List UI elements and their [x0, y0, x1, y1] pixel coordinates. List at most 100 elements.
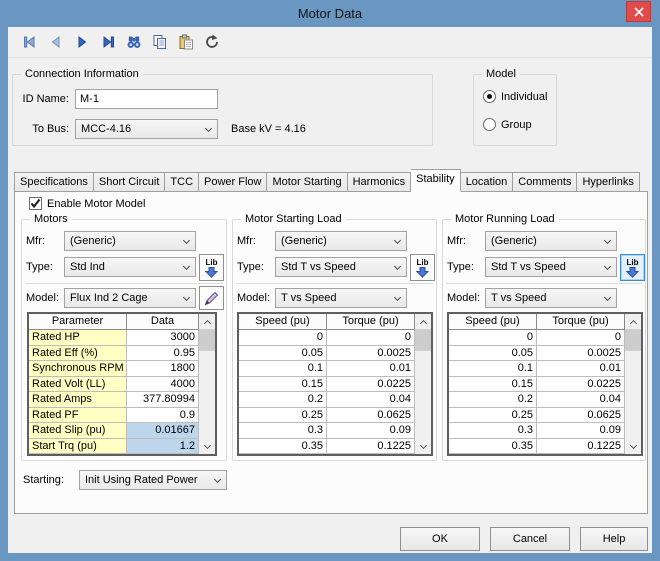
tab-short-circuit[interactable]: Short Circuit	[94, 172, 166, 192]
table-row[interactable]: 0.050.0025	[239, 346, 431, 362]
data-cell[interactable]: 1.2	[127, 439, 199, 455]
column-header[interactable]: Speed (pu)	[449, 314, 537, 330]
find-button[interactable]	[124, 33, 143, 52]
starting-load-model-select[interactable]: T vs Speed	[275, 288, 407, 308]
motors-model-select[interactable]: Flux Ind 2 Cage	[64, 288, 196, 308]
table-row[interactable]: Rated Slip (pu)0.01667	[29, 423, 215, 439]
torque-cell[interactable]: 0.09	[537, 423, 625, 439]
data-cell[interactable]: 4000	[127, 377, 199, 393]
table-row[interactable]: 0.350.1225	[239, 439, 431, 455]
parameter-cell[interactable]: Rated PF	[29, 408, 127, 424]
group-radio[interactable]: Group	[483, 118, 532, 131]
tab-location[interactable]: Location	[461, 172, 514, 192]
data-cell[interactable]: 1800	[127, 361, 199, 377]
torque-cell[interactable]: 0.04	[537, 392, 625, 408]
table-row[interactable]: 0.150.0225	[239, 377, 431, 393]
speed-cell[interactable]: 0.2	[449, 392, 537, 408]
scroll-up-button[interactable]	[199, 314, 215, 329]
speed-cell[interactable]: 0.05	[239, 346, 327, 362]
torque-cell[interactable]: 0.0625	[537, 408, 625, 424]
table-row[interactable]: 00	[449, 330, 641, 346]
ok-button[interactable]: OK	[400, 527, 480, 551]
cancel-button[interactable]: Cancel	[490, 527, 570, 551]
copy-button[interactable]	[150, 33, 169, 52]
table-row[interactable]: 0.250.0625	[449, 408, 641, 424]
speed-cell[interactable]: 0.1	[239, 361, 327, 377]
table-row[interactable]: Rated Amps377.80994	[29, 392, 215, 408]
to-bus-select[interactable]: MCC-4.16	[75, 119, 218, 139]
tab-tcc[interactable]: TCC	[165, 172, 199, 192]
scroll-up-button[interactable]	[625, 314, 641, 329]
speed-cell[interactable]: 0.25	[239, 408, 327, 424]
parameter-cell[interactable]: Synchronous RPM	[29, 361, 127, 377]
motors-library-button[interactable]: Lib	[199, 254, 224, 281]
column-header[interactable]: Speed (pu)	[239, 314, 327, 330]
scroll-down-button[interactable]	[625, 439, 641, 454]
starting-select[interactable]: Init Using Rated Power	[79, 470, 227, 490]
title-bar[interactable]: Motor Data	[0, 0, 660, 27]
table-row[interactable]: 0.150.0225	[449, 377, 641, 393]
table-row[interactable]: Rated Volt (LL)4000	[29, 377, 215, 393]
parameter-cell[interactable]: Rated HP	[29, 330, 127, 346]
motors-mfr-select[interactable]: (Generic)	[64, 231, 196, 251]
column-header[interactable]: Parameter	[29, 314, 127, 330]
model-edit-button[interactable]	[199, 286, 224, 310]
torque-cell[interactable]: 0.0225	[537, 377, 625, 393]
parameter-cell[interactable]: Rated Eff (%)	[29, 346, 127, 362]
undo-button[interactable]	[202, 33, 221, 52]
starting-load-mfr-select[interactable]: (Generic)	[275, 231, 407, 251]
individual-radio[interactable]: Individual	[483, 90, 547, 103]
scrollbar-thumb[interactable]	[199, 329, 215, 351]
help-button[interactable]: Help	[580, 527, 648, 551]
tab-specifications[interactable]: Specifications	[14, 172, 94, 192]
table-row[interactable]: 00	[239, 330, 431, 346]
torque-cell[interactable]: 0	[327, 330, 415, 346]
close-button[interactable]	[626, 1, 651, 22]
torque-cell[interactable]: 0.1225	[537, 439, 625, 455]
table-row[interactable]: 0.350.1225	[449, 439, 641, 455]
table-row[interactable]: Rated Eff (%)0.95	[29, 346, 215, 362]
tab-comments[interactable]: Comments	[513, 172, 577, 192]
tab-hyperlinks[interactable]: Hyperlinks	[577, 172, 639, 192]
column-header[interactable]: Data	[127, 314, 199, 330]
torque-cell[interactable]: 0.0625	[327, 408, 415, 424]
table-row[interactable]: 0.10.01	[449, 361, 641, 377]
tab-stability[interactable]: Stability	[411, 169, 461, 192]
speed-cell[interactable]: 0	[449, 330, 537, 346]
tab-harmonics[interactable]: Harmonics	[348, 172, 412, 192]
torque-cell[interactable]: 0.0025	[327, 346, 415, 362]
table-row[interactable]: Synchronous RPM1800	[29, 361, 215, 377]
torque-cell[interactable]: 0.01	[537, 361, 625, 377]
nav-last-button[interactable]	[98, 33, 117, 52]
table-row[interactable]: Rated HP3000	[29, 330, 215, 346]
speed-cell[interactable]: 0.3	[239, 423, 327, 439]
tab-motor-starting[interactable]: Motor Starting	[267, 172, 347, 192]
table-row[interactable]: Start Trq (pu)1.2	[29, 439, 215, 455]
speed-cell[interactable]: 0.35	[449, 439, 537, 455]
vertical-scrollbar[interactable]	[199, 314, 215, 454]
paste-button[interactable]	[176, 33, 195, 52]
enable-motor-model-checkbox[interactable]: Enable Motor Model	[29, 197, 145, 210]
parameter-cell[interactable]: Rated Amps	[29, 392, 127, 408]
speed-cell[interactable]: 0.05	[449, 346, 537, 362]
nav-previous-button[interactable]	[46, 33, 65, 52]
starting-load-library-button[interactable]: Lib	[410, 254, 435, 281]
table-row[interactable]: 0.20.04	[239, 392, 431, 408]
speed-cell[interactable]: 0.35	[239, 439, 327, 455]
table-row[interactable]: 0.30.09	[449, 423, 641, 439]
torque-cell[interactable]: 0.1225	[327, 439, 415, 455]
running-load-mfr-select[interactable]: (Generic)	[485, 231, 617, 251]
speed-cell[interactable]: 0.15	[449, 377, 537, 393]
scrollbar-thumb[interactable]	[415, 329, 431, 351]
speed-cell[interactable]: 0.25	[449, 408, 537, 424]
running-load-model-select[interactable]: T vs Speed	[485, 288, 617, 308]
data-cell[interactable]: 3000	[127, 330, 199, 346]
column-header[interactable]: Torque (pu)	[537, 314, 625, 330]
nav-first-button[interactable]	[20, 33, 39, 52]
data-cell[interactable]: 377.80994	[127, 392, 199, 408]
speed-cell[interactable]: 0	[239, 330, 327, 346]
table-row[interactable]: 0.20.04	[449, 392, 641, 408]
motors-type-select[interactable]: Std Ind	[64, 257, 196, 277]
table-row[interactable]: 0.050.0025	[449, 346, 641, 362]
speed-cell[interactable]: 0.2	[239, 392, 327, 408]
